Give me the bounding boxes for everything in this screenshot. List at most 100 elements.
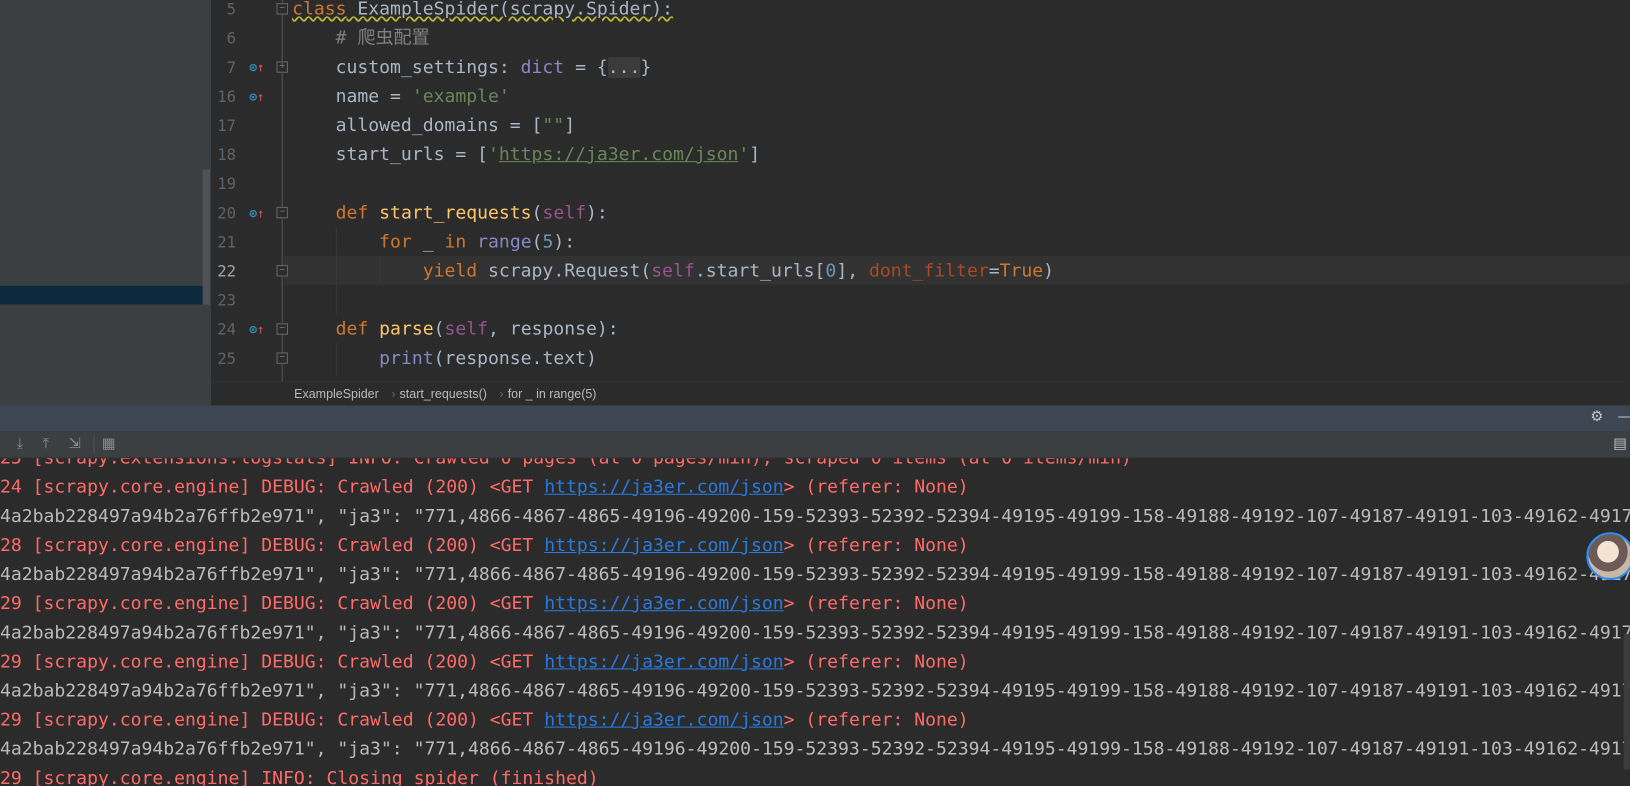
- override-icon[interactable]: ⊙↑: [249, 199, 264, 228]
- floating-avatar[interactable]: [1586, 532, 1630, 581]
- fold-icon[interactable]: −: [276, 265, 288, 277]
- code-token: self: [542, 202, 587, 224]
- code-token: ): [1043, 260, 1055, 282]
- line-number: 21: [217, 232, 236, 252]
- code-line[interactable]: 20 ⊙↑ − def start_requests(self):: [211, 199, 1630, 228]
- code-line[interactable]: 7 ⊙↑ + custom_settings: dict = {...}: [211, 53, 1630, 82]
- code-token: , response):: [488, 319, 619, 340]
- code-token: 0: [825, 260, 837, 282]
- console-text: 4a2bab228497a94b2a76ffb2e971", "ja3": "7…: [0, 622, 1630, 644]
- code-line[interactable]: 6 # 爬虫配置: [211, 24, 1630, 53]
- code-token: for: [292, 231, 412, 253]
- line-number: 20: [217, 203, 236, 223]
- code-line[interactable]: 23: [211, 286, 1630, 315]
- override-icon[interactable]: ⊙↑: [249, 315, 264, 344]
- override-icon[interactable]: ⊙↑: [249, 82, 264, 111]
- minimize-icon[interactable]: —: [1617, 409, 1629, 426]
- breadcrumb-loop[interactable]: for _ in range(5): [508, 387, 597, 402]
- code-token: 5: [542, 231, 554, 253]
- fold-icon[interactable]: −: [276, 3, 288, 15]
- code-token: (: [531, 231, 543, 253]
- console-link[interactable]: https://ja3er.com/json: [544, 594, 783, 615]
- code-text: class ExampleSpider(scrapy.Spider):: [292, 0, 673, 24]
- breadcrumb-method[interactable]: start_requests(): [400, 387, 487, 402]
- code-token: ': [738, 144, 750, 166]
- fold-icon[interactable]: −: [276, 206, 288, 219]
- code-token: ...: [607, 57, 641, 78]
- console-text: 4a2bab228497a94b2a76ffb2e971", "ja3": "7…: [0, 739, 1630, 760]
- code-token: https://ja3er.com/json: [498, 144, 739, 166]
- line-number: 17: [217, 116, 236, 136]
- code-token: # 爬虫配置: [292, 28, 430, 49]
- code-text: def parse(self, response):: [292, 315, 619, 344]
- console-line: 29 [scrapy.core.engine] DEBUG: Crawled (…: [0, 589, 969, 618]
- code-line[interactable]: 19: [211, 169, 1630, 198]
- console-output[interactable]: 25 [scrapy.extensions.logstats] INFO: Cr…: [0, 458, 1630, 786]
- code-line[interactable]: 16 ⊙↑ name = 'example': [211, 82, 1630, 111]
- code-line[interactable]: 22 − yield scrapy.Request(self.start_urls…: [211, 257, 1630, 286]
- project-panel: [0, 0, 212, 406]
- console-scrollbar[interactable]: [1623, 634, 1630, 770]
- line-number: 7: [226, 58, 236, 77]
- code-token: yield: [292, 260, 478, 282]
- console-link[interactable]: https://ja3er.com/json: [544, 652, 783, 673]
- console-text: 25 [scrapy.extensions.logstats] INFO: Cr…: [0, 458, 1132, 469]
- code-token: print: [379, 348, 434, 370]
- line-number: 22: [217, 261, 236, 281]
- line-number: 23: [217, 291, 236, 310]
- code-token: "": [542, 115, 565, 137]
- line-number: 19: [217, 174, 236, 194]
- code-line[interactable]: 21 for _ in range(5):: [211, 228, 1630, 257]
- breadcrumb-class[interactable]: ExampleSpider: [294, 387, 379, 402]
- console-link[interactable]: https://ja3er.com/json: [544, 710, 783, 731]
- console-text: 29 [scrapy.core.engine] DEBUG: Crawled (…: [0, 651, 545, 673]
- console-text: > (referer: None): [783, 535, 969, 557]
- console-line: 4a2bab228497a94b2a76ffb2e971", "ja3": "7…: [0, 502, 1630, 531]
- console-text: 4a2bab228497a94b2a76ffb2e971", "ja3": "7…: [0, 506, 1630, 528]
- code-token: name =: [292, 86, 412, 108]
- code-token: class: [292, 0, 347, 20]
- fold-icon[interactable]: −: [276, 352, 288, 364]
- run-tool-window-header: ⚙ —: [0, 405, 1630, 432]
- line-number: 5: [226, 0, 236, 19]
- gear-icon[interactable]: ⚙: [1590, 409, 1603, 426]
- line-number: 16: [217, 87, 236, 107]
- code-line[interactable]: 17 allowed_domains = [""]: [211, 111, 1630, 140]
- code-line[interactable]: 18 start_urls = ['https://ja3er.com/json…: [211, 140, 1630, 169]
- console-line: 4a2bab228497a94b2a76ffb2e971", "ja3": "7…: [0, 560, 1630, 589]
- project-tree-selected-row[interactable]: [0, 285, 203, 305]
- fold-icon[interactable]: −: [276, 323, 288, 335]
- code-token: scrapy.Request(: [477, 260, 652, 282]
- project-scrollbar[interactable]: [202, 169, 210, 305]
- code-token: dict: [520, 57, 565, 78]
- scroll-to-top-icon[interactable]: ⤒: [43, 436, 49, 453]
- console-text: > (referer: None): [783, 593, 969, 615]
- scroll-to-end-icon[interactable]: ⤓: [17, 436, 23, 453]
- code-token: def: [292, 202, 380, 224]
- code-text: start_urls = ['https://ja3er.com/json']: [292, 140, 761, 169]
- code-line[interactable]: 5 − class ExampleSpider(scrapy.Spider):: [211, 0, 1630, 24]
- code-token: self: [444, 319, 489, 340]
- code-token: allowed_domains = [: [292, 115, 543, 137]
- console-line: 29 [scrapy.core.engine] INFO: Closing sp…: [0, 764, 599, 786]
- fold-icon[interactable]: +: [276, 61, 288, 73]
- code-token: dont_filter: [868, 260, 989, 282]
- console-text: > (referer: None): [783, 651, 969, 673]
- soft-wrap-icon[interactable]: ⇲: [69, 436, 81, 453]
- console-link[interactable]: https://ja3er.com/json: [544, 535, 783, 556]
- line-number: 24: [217, 320, 236, 339]
- console-text: 29 [scrapy.core.engine] DEBUG: Crawled (…: [0, 593, 545, 615]
- code-line[interactable]: 25 − print(response.text): [211, 344, 1630, 373]
- console-link[interactable]: https://ja3er.com/json: [544, 477, 783, 498]
- console-line: 4a2bab228497a94b2a76ffb2e971", "ja3": "7…: [0, 677, 1630, 706]
- code-token: def: [292, 319, 380, 340]
- code-token: (response.text): [433, 348, 597, 370]
- layout-icon[interactable]: ▤: [1613, 436, 1627, 453]
- code-line[interactable]: 24 ⊙↑ − def parse(self, response):: [211, 315, 1630, 344]
- line-number: 6: [226, 29, 236, 48]
- calculator-icon[interactable]: ▦: [102, 436, 116, 453]
- code-editor[interactable]: 5− class ExampleSpider(scrapy.Spider): 6 #…: [211, 0, 1630, 382]
- code-token: }: [640, 57, 652, 78]
- override-icon[interactable]: ⊙↑: [249, 53, 264, 82]
